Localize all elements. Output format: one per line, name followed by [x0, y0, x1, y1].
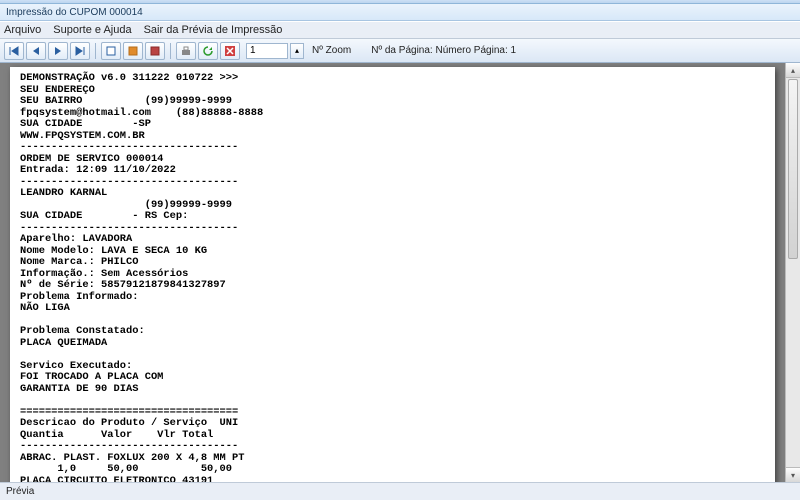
receipt-content: DEMONSTRAÇÃO v6.0 311222 010722 >>> SEU … [20, 73, 765, 482]
refresh-button[interactable] [198, 42, 218, 60]
zoom-label: Nº Zoom [312, 45, 351, 56]
receipt-separator: ----------------------------------- [20, 222, 238, 234]
last-page-button[interactable] [70, 42, 90, 60]
close-button[interactable] [220, 42, 240, 60]
print-button[interactable] [176, 42, 196, 60]
receipt-line: DEMONSTRAÇÃO v6.0 311222 010722 >>> [20, 72, 238, 84]
receipt-line: Problema Constatado: [20, 325, 145, 337]
preview-area: DEMONSTRAÇÃO v6.0 311222 010722 >>> SEU … [0, 63, 800, 482]
receipt-line: SUA CIDADE -SP [20, 118, 151, 130]
preview-page: DEMONSTRAÇÃO v6.0 311222 010722 >>> SEU … [10, 67, 775, 482]
next-page-button[interactable] [48, 42, 68, 60]
receipt-line: GARANTIA DE 90 DIAS [20, 383, 138, 395]
receipt-line: ABRAC. PLAST. FOXLUX 200 X 4,8 MM PT [20, 452, 244, 464]
receipt-line: Descricao do Produto / Serviço UNI [20, 417, 238, 429]
window-title: Impressão do CUPOM 000014 [6, 7, 143, 18]
zoom-input[interactable]: 1 [246, 43, 288, 59]
receipt-line: LEANDRO KARNAL [20, 187, 107, 199]
menu-file[interactable]: Arquivo [4, 24, 41, 36]
receipt-line: Entrada: 12:09 11/10/2022 [20, 164, 176, 176]
status-text: Prévia [6, 486, 34, 497]
toolbar-separator [95, 43, 96, 59]
receipt-line: Servico Executado: [20, 360, 132, 372]
receipt-line: SEU ENDEREÇO [20, 84, 95, 96]
receipt-line: Nome Modelo: LAVA E SECA 10 KG [20, 245, 207, 257]
actual-size-button[interactable] [145, 42, 165, 60]
receipt-line: ORDEM DE SERVICO 000014 [20, 153, 163, 165]
zoom-value: 1 [250, 45, 256, 56]
receipt-line: NÃO LIGA [20, 302, 70, 314]
receipt-line: Problema Informado: [20, 291, 138, 303]
vertical-scrollbar[interactable]: ▴ ▾ [785, 63, 800, 482]
toolbar-separator [170, 43, 171, 59]
receipt-line: Quantia Valor Vlr Total [20, 429, 213, 441]
receipt-line: Nº de Série: 58579121879841327897 [20, 279, 226, 291]
prev-page-button[interactable] [26, 42, 46, 60]
receipt-line: fpqsystem@hotmail.com (88)88888-8888 [20, 107, 263, 119]
page-number-label: Nº da Página: Número Página: 1 [371, 45, 516, 56]
receipt-line: SUA CIDADE - RS Cep: [20, 210, 188, 222]
receipt-separator: =================================== [20, 406, 238, 418]
receipt-line: 1,0 50,00 50,00 [20, 463, 232, 475]
receipt-line: SEU BAIRRO (99)99999-9999 [20, 95, 232, 107]
receipt-separator: ----------------------------------- [20, 176, 238, 188]
menu-bar: Arquivo Suporte e Ajuda Sair da Prévia d… [0, 21, 800, 39]
status-bar: Prévia [0, 482, 800, 500]
window-titlebar: Impressão do CUPOM 000014 [0, 4, 800, 21]
receipt-line: PLACA QUEIMADA [20, 337, 107, 349]
receipt-line: PLACA CIRCUITO ELETRONICO 43191 [20, 475, 213, 483]
receipt-separator: ----------------------------------- [20, 440, 238, 452]
receipt-line: (99)99999-9999 [20, 199, 232, 211]
menu-exit-preview[interactable]: Sair da Prévia de Impressão [144, 24, 283, 36]
scroll-thumb[interactable] [788, 79, 798, 259]
first-page-button[interactable] [4, 42, 24, 60]
receipt-line: Aparelho: LAVADORA [20, 233, 132, 245]
page-width-button[interactable] [123, 42, 143, 60]
zoom-stepper[interactable]: ▴ [290, 43, 304, 59]
scroll-up-button[interactable]: ▴ [786, 63, 800, 78]
receipt-separator: ----------------------------------- [20, 141, 238, 153]
receipt-line: WWW.FPQSYSTEM.COM.BR [20, 130, 145, 142]
receipt-line: FOI TROCADO A PLACA COM [20, 371, 163, 383]
receipt-line: Nome Marca.: PHILCO [20, 256, 138, 268]
receipt-line: Informação.: Sem Acessórios [20, 268, 188, 280]
scroll-down-button[interactable]: ▾ [786, 467, 800, 482]
toolbar: 1 ▴ Nº Zoom Nº da Página: Número Página:… [0, 39, 800, 63]
whole-page-button[interactable] [101, 42, 121, 60]
menu-help[interactable]: Suporte e Ajuda [53, 24, 131, 36]
